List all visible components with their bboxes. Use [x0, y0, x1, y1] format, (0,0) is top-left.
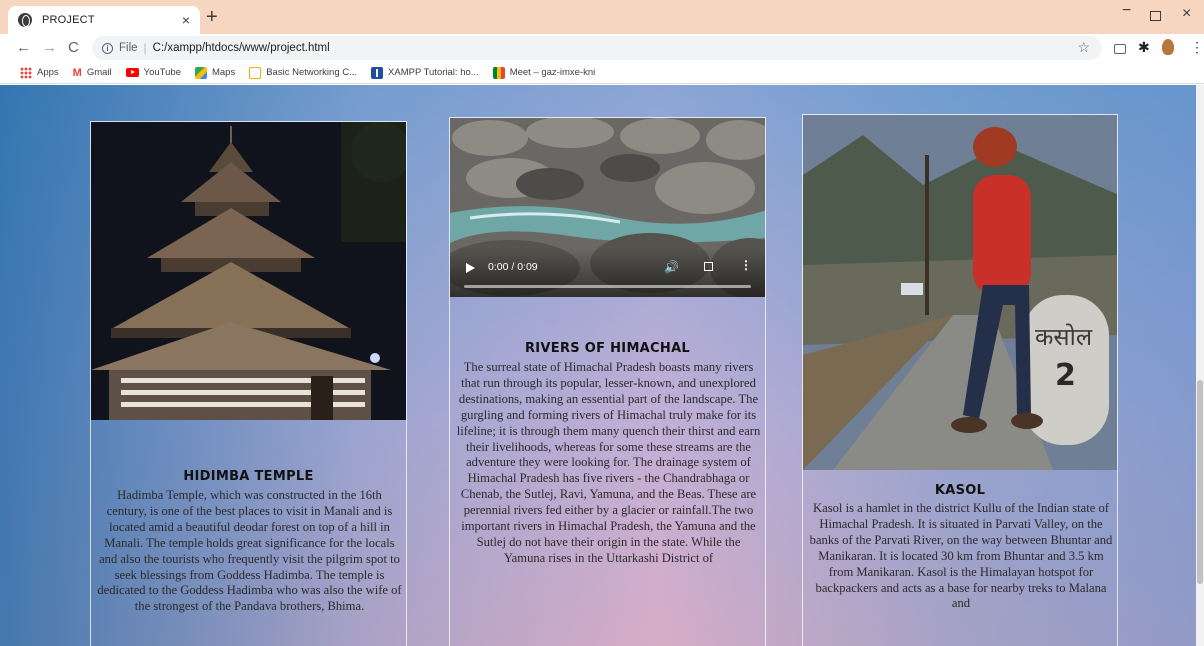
maps-icon [194, 66, 207, 79]
kasol-illustration: कसोल 2 [803, 115, 1117, 470]
extensions-icon[interactable]: ✱ [1138, 39, 1150, 56]
browser-toolbar: ← → C i File | C:/xampp/htdocs/www/proje… [0, 34, 1204, 62]
tab-strip: PROJECT × + − × [0, 0, 1204, 34]
url-scheme: File [119, 42, 138, 54]
close-window-button[interactable]: × [1182, 5, 1191, 23]
bookmarks-bar: Apps M Gmail YouTube Maps Basic Networkin… [0, 62, 1204, 84]
card-title: RIVERS OF HIMACHAL [524, 341, 691, 356]
browser-menu-icon[interactable]: ⋮ [1190, 39, 1204, 56]
reload-button[interactable]: C [68, 39, 79, 56]
page-viewport: HIDIMBA TEMPLE Hadimba Temple, which was… [0, 85, 1196, 646]
card-description: The surreal state of Himachal Pradesh bo… [456, 360, 761, 565]
card-kasol: कसोल 2 KASOL Kasol is a hamlet in the di… [802, 114, 1118, 646]
volume-icon[interactable]: 🔊 [664, 260, 679, 274]
meet-icon [492, 66, 505, 79]
camera-icon[interactable] [1114, 44, 1126, 54]
page-scrollbar[interactable] [1196, 85, 1204, 646]
river-video[interactable]: 0:00 / 0:09 🔊 ⋮ [450, 118, 765, 297]
milestone-number: 2 [1055, 358, 1076, 393]
card-hidimba-temple: HIDIMBA TEMPLE Hadimba Temple, which was… [90, 121, 407, 646]
profile-avatar[interactable] [1162, 39, 1174, 55]
temple-illustration [91, 122, 406, 420]
scrollbar-thumb[interactable] [1197, 380, 1203, 584]
bookmark-maps[interactable]: Maps [194, 66, 235, 79]
video-controls: 0:00 / 0:09 🔊 ⋮ [450, 249, 765, 297]
forward-button[interactable]: → [42, 39, 57, 56]
card-title: KASOL [934, 483, 986, 498]
bookmark-star-icon[interactable]: ☆ [1077, 39, 1090, 56]
bookmark-youtube[interactable]: YouTube [125, 67, 181, 78]
circle-icon [249, 66, 262, 79]
back-button[interactable]: ← [16, 39, 31, 56]
globe-icon [18, 13, 32, 27]
tab-close-icon[interactable]: × [182, 12, 190, 28]
url-text[interactable]: C:/xampp/htdocs/www/project.html [153, 42, 330, 54]
bookmark-meet[interactable]: Meet – gaz-imxe-kni [492, 66, 595, 79]
card-rivers-of-himachal: 0:00 / 0:09 🔊 ⋮ RIVERS OF HIMACHAL The s… [449, 117, 766, 646]
maximize-button[interactable] [1150, 11, 1161, 21]
video-menu-icon[interactable]: ⋮ [740, 258, 752, 272]
new-tab-button[interactable]: + [206, 6, 218, 28]
gmail-icon: M [72, 66, 82, 79]
address-bar[interactable]: i File | C:/xampp/htdocs/www/project.htm… [92, 36, 1102, 60]
card-title: HIDIMBA TEMPLE [183, 469, 314, 484]
video-time: 0:00 / 0:09 [488, 261, 538, 273]
browser-tab[interactable]: PROJECT × [8, 6, 200, 34]
card-description: Kasol is a hamlet in the district Kullu … [809, 501, 1113, 611]
bookmark-xampp-tutorial[interactable]: XAMPP Tutorial: ho... [371, 66, 479, 79]
hidimba-temple-photo [91, 122, 406, 420]
info-icon[interactable]: i [102, 42, 113, 54]
url-separator: | [143, 41, 147, 55]
youtube-icon [125, 68, 139, 77]
xampp-icon [371, 66, 384, 79]
bookmark-gmail[interactable]: M Gmail [73, 67, 112, 79]
card-description: Hadimba Temple, which was constructed in… [97, 488, 402, 614]
minimize-button[interactable]: − [1122, 2, 1131, 20]
kasol-photo: कसोल 2 [803, 115, 1117, 470]
video-progress-bar[interactable] [464, 285, 751, 288]
milestone-text: कसोल [1035, 323, 1093, 351]
bookmark-basic-networking[interactable]: Basic Networking C... [249, 66, 357, 79]
apps-icon [20, 66, 32, 79]
bookmark-apps[interactable]: Apps [20, 66, 59, 79]
play-icon[interactable] [466, 263, 475, 273]
fullscreen-icon[interactable] [704, 262, 713, 271]
tab-title: PROJECT [42, 14, 95, 26]
